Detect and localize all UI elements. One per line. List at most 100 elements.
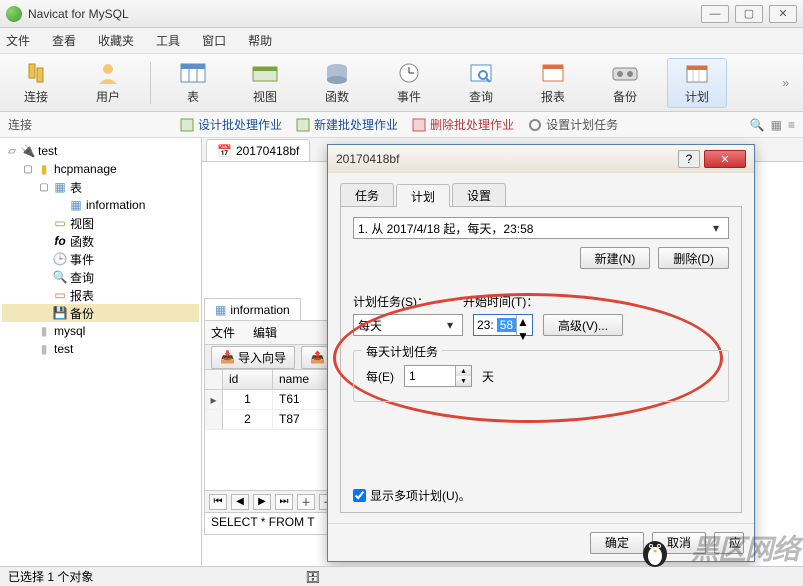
search-icon[interactable]: 🔍 [750,118,765,132]
inner-tab-information[interactable]: ▦information [204,298,301,320]
chk-show-multi[interactable] [353,489,366,502]
frequency-combo[interactable]: 每天 ▾ [353,314,463,336]
inner-menu-edit[interactable]: 编辑 [253,324,277,341]
tab-task[interactable]: 任务 [340,183,394,206]
tree-db-mysql[interactable]: ▮mysql [2,322,199,340]
grid-corner [205,370,223,389]
menu-window[interactable]: 窗口 [202,32,226,49]
tree-functions[interactable]: fo函数 [2,232,199,250]
sub-toolbar: 连接 设计批处理作业 新建批处理作业 删除批处理作业 设置计划任务 🔍 ▦ ≡ [0,112,803,138]
dialog-close-button[interactable]: ✕ [704,150,746,168]
btn-import-wizard[interactable]: 📥导入向导 [211,346,295,369]
btn-set-schedule[interactable]: 设置计划任务 [528,116,618,133]
app-icon [6,6,22,22]
every-days-input[interactable] [405,366,455,386]
spin-up-icon[interactable]: ▲ [517,315,532,329]
calendar-icon [683,60,711,86]
table-small-icon: ▦ [69,198,83,212]
schedule-list-combo[interactable]: 1. 从 2017/4/18 起，每天，23:58 ▾ [353,217,729,239]
nav-add-icon[interactable]: ＋ [297,494,315,510]
btn-delete-batch[interactable]: 删除批处理作业 [412,116,514,133]
btn-advanced[interactable]: 高级(V)... [543,314,623,336]
nav-last-icon[interactable]: ⏭ [275,494,293,510]
row-current-icon: ▸ [205,390,223,409]
menu-help[interactable]: 帮助 [248,32,272,49]
menu-file[interactable]: 文件 [6,32,30,49]
tb-backup[interactable]: 备份 [595,58,655,108]
btn-apply[interactable]: 应 [714,532,744,554]
nav-next-icon[interactable]: ▶ [253,494,271,510]
spin-up-icon[interactable]: ▲ [456,366,471,376]
tb-event[interactable]: 事件 [379,58,439,108]
doc-tab-schedule[interactable]: 📅 20170418bf [206,139,310,161]
tree-backups[interactable]: 💾备份 [2,304,199,322]
tree-queries[interactable]: 🔍查询 [2,268,199,286]
tree-conn-test[interactable]: ▱🔌test [2,142,199,160]
close-button[interactable]: ✕ [769,5,797,23]
tb-user-label: 用户 [96,88,120,105]
btn-ok[interactable]: 确定 [590,532,644,554]
report-small-icon: ▭ [53,288,67,302]
tb-function[interactable]: 函数 [307,58,367,108]
database-gray-icon: ▮ [37,324,51,338]
daily-group: 每天计划任务 每(E) ▲▼ 天 [353,350,729,402]
plug-icon [22,60,50,86]
backup-small-icon: 💾 [53,306,67,320]
tb-report[interactable]: 报表 [523,58,583,108]
tree-views[interactable]: ▭视图 [2,214,199,232]
tree-db-hcpmanage[interactable]: ▢▮hcpmanage [2,160,199,178]
btn-new-batch[interactable]: 新建批处理作业 [296,116,398,133]
design-icon [180,118,194,132]
gear-icon [528,118,542,132]
toolbar-overflow-icon[interactable]: » [782,76,797,90]
tree-db-test[interactable]: ▮test [2,340,199,358]
tree-table-information[interactable]: ▦information [2,196,199,214]
tb-user[interactable]: 用户 [78,58,138,108]
grid-view-icon[interactable]: ▦ [771,118,782,132]
nav-first-icon[interactable]: ⏮ [209,494,227,510]
event-small-icon: 🕒 [53,252,67,266]
tb-view[interactable]: 视图 [235,58,295,108]
toolbar-separator [150,62,151,104]
start-time-input[interactable]: 23:58 ▲▼ [473,314,533,336]
dialog-titlebar[interactable]: 20170418bf ? ✕ [328,145,754,173]
col-id[interactable]: id [223,370,273,389]
tb-table[interactable]: 表 [163,58,223,108]
tree-reports[interactable]: ▭报表 [2,286,199,304]
dialog-tabs: 任务 计划 设置 [340,183,742,207]
conn-label: 连接 [8,116,32,133]
inner-menu-file[interactable]: 文件 [211,324,235,341]
nav-prev-icon[interactable]: ◀ [231,494,249,510]
tables-icon: ▦ [53,180,67,194]
minimize-button[interactable]: — [701,5,729,23]
database-icon: ▮ [37,162,51,176]
label-every: 每(E) [366,368,394,385]
query-icon [467,60,495,86]
spin-down-icon[interactable]: ▼ [517,329,532,343]
chk-show-multi-label: 显示多项计划(U)。 [370,487,471,504]
menu-fav[interactable]: 收藏夹 [98,32,134,49]
btn-new-schedule[interactable]: 新建(N) [580,247,651,269]
tab-settings[interactable]: 设置 [452,183,506,206]
tree-events[interactable]: 🕒事件 [2,250,199,268]
dialog-help-button[interactable]: ? [678,150,700,168]
dialog-footer: 确定 取消 应 [328,523,754,561]
list-view-icon[interactable]: ≡ [788,118,795,132]
report-icon [539,60,567,86]
tree-tables[interactable]: ▢▦表 [2,178,199,196]
tb-schedule[interactable]: 计划 [667,58,727,108]
spin-down-icon[interactable]: ▼ [456,376,471,386]
status-selection: 已选择 1 个对象 [8,568,93,585]
every-days-spinner[interactable]: ▲▼ [404,365,472,387]
menu-view[interactable]: 查看 [52,32,76,49]
btn-delete-schedule[interactable]: 删除(D) [658,247,729,269]
dialog-title: 20170418bf [336,152,678,166]
btn-design-batch[interactable]: 设计批处理作业 [180,116,282,133]
tab-schedule[interactable]: 计划 [396,184,450,207]
maximize-button[interactable]: ▢ [735,5,763,23]
tb-query[interactable]: 查询 [451,58,511,108]
tb-connect[interactable]: 连接 [6,58,66,108]
menu-tools[interactable]: 工具 [156,32,180,49]
label-sched-task: 计划任务(S)： [353,293,453,310]
menubar: 文件 查看 收藏夹 工具 窗口 帮助 [0,28,803,54]
